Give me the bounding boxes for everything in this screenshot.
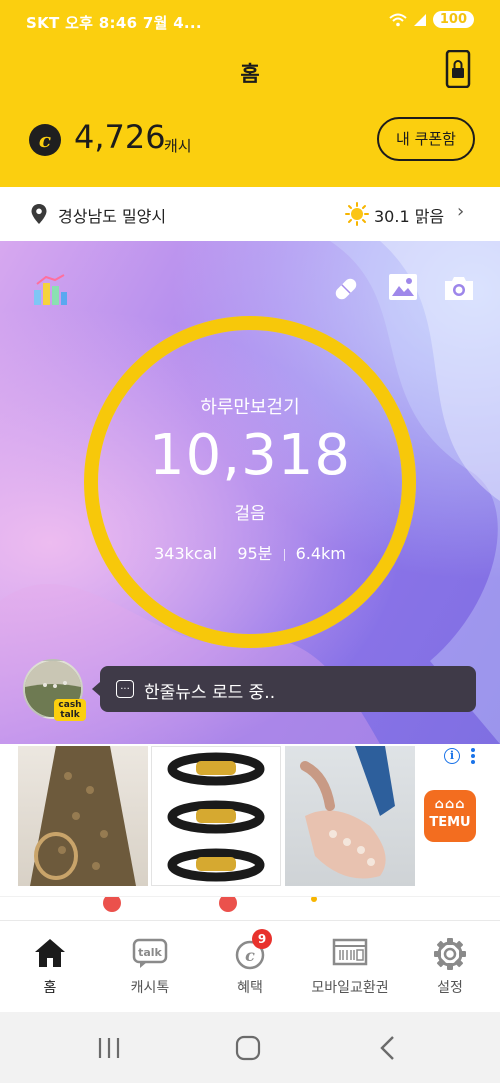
page-title: 홈: [240, 62, 260, 86]
location-weather-row[interactable]: 경상남도 밀양시 30.1 맑음 ›: [0, 187, 500, 241]
home-icon: [35, 939, 65, 967]
news-text: 한줄뉴스 로드 중..: [144, 683, 276, 703]
chevron-right-icon: ›: [457, 201, 465, 222]
gear-icon: [434, 938, 466, 970]
step-unit-label: 걸음: [234, 504, 266, 524]
bracelet-image: [167, 752, 265, 882]
pedometer-hero: 하루만보걷기 10,318 걸음 343kcal 95분 6.4km cash …: [0, 241, 500, 744]
cashtalk-badge: cash talk: [54, 699, 86, 721]
step-stats: 343kcal 95분 6.4km: [0, 540, 500, 564]
peek-decor: [103, 894, 317, 912]
system-navigation-bar: [0, 1012, 500, 1083]
benefit-notification-badge: 9: [252, 929, 272, 949]
svg-text:c: c: [245, 946, 255, 965]
ad-product-dress[interactable]: [18, 746, 148, 886]
badge-bottom-text: talk: [60, 710, 80, 720]
temu-logo-text: TEMU: [429, 815, 471, 830]
cash-unit-label: 캐시: [164, 137, 192, 155]
temu-logo-symbols: ⌂⌂⌂: [434, 797, 466, 812]
cash-balance: 4,726: [74, 118, 166, 156]
nav-benefit[interactable]: c 혜택: [200, 921, 300, 1013]
ad-product-sandals[interactable]: [285, 746, 415, 886]
news-bubble[interactable]: ... 한줄뉴스 로드 중..: [92, 666, 476, 712]
home-button-icon[interactable]: [235, 1035, 261, 1061]
nav-voucher-label: 모바일교환권: [311, 980, 389, 996]
nav-cashtalk-label: 캐시톡: [130, 980, 170, 996]
talk-icon: talk: [132, 938, 168, 968]
nav-settings[interactable]: 설정: [400, 921, 500, 1013]
duration-value: 95분: [237, 544, 273, 563]
nav-benefit-label: 혜택: [237, 980, 263, 996]
status-bar: SKT 오후 8:46 7월 4... 100: [0, 0, 500, 44]
status-left-text: SKT 오후 8:46 7월 4...: [26, 14, 202, 32]
temu-logo[interactable]: ⌂⌂⌂ TEMU: [424, 790, 476, 842]
bottom-navigation: 홈 talk 캐시톡 c 혜택 모바일교환권 설정: [0, 920, 500, 1012]
cash-coin-icon: c: [29, 124, 61, 156]
step-count: 10,318: [149, 423, 351, 488]
back-icon[interactable]: [378, 1035, 398, 1061]
recent-apps-icon[interactable]: [96, 1036, 122, 1060]
location-pin-icon: [31, 204, 47, 224]
nav-cashtalk[interactable]: talk 캐시톡: [100, 921, 200, 1013]
badge-top-text: cash: [58, 700, 82, 710]
pill-icon[interactable]: [331, 274, 361, 304]
more-vert-icon[interactable]: [470, 747, 476, 765]
image-gallery-icon[interactable]: [388, 273, 418, 301]
distance-value: 6.4km: [295, 544, 346, 563]
camera-icon[interactable]: [443, 275, 475, 301]
nav-voucher[interactable]: 모바일교환권: [300, 921, 400, 1013]
stats-chart-icon[interactable]: [32, 272, 68, 306]
pedometer-title: 하루만보걷기: [200, 397, 300, 418]
nav-home-label: 홈: [43, 980, 57, 996]
location-text: 경상남도 밀양시: [58, 207, 167, 226]
ad-info-icon[interactable]: i: [444, 748, 460, 764]
signal-icon: [413, 13, 426, 26]
sunny-weather-icon: [345, 202, 369, 226]
ad-product-bracelets[interactable]: [151, 746, 281, 886]
wifi-icon: [389, 13, 407, 26]
content-peek-strip: [0, 894, 500, 921]
lock-screen-icon[interactable]: [444, 50, 472, 88]
nav-settings-label: 설정: [437, 980, 463, 996]
my-coupons-button[interactable]: 내 쿠폰함: [377, 117, 475, 161]
dress-image: [30, 746, 136, 886]
svg-text:talk: talk: [138, 946, 162, 959]
weather-text: 30.1 맑음: [374, 207, 445, 226]
calories-value: 343kcal: [154, 544, 217, 563]
status-right: 100: [389, 11, 474, 28]
chat-dots-icon: ...: [116, 680, 134, 698]
battery-indicator: 100: [432, 11, 474, 28]
sandal-image: [300, 746, 395, 879]
ad-banner[interactable]: i ⌂⌂⌂ TEMU: [0, 744, 500, 896]
nav-home[interactable]: 홈: [0, 921, 100, 1013]
voucher-icon: [332, 938, 368, 966]
stats-divider: [283, 548, 285, 561]
